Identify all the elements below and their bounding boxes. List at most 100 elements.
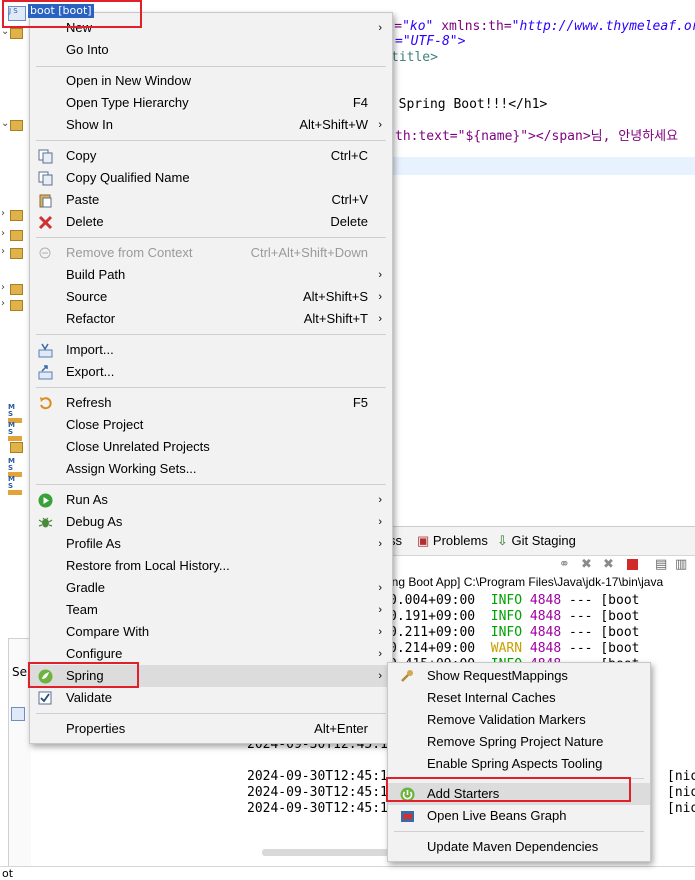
paste-icon bbox=[38, 193, 53, 208]
submenu-arrow-icon: › bbox=[378, 582, 382, 594]
menu-item-export[interactable]: Export... bbox=[30, 361, 392, 383]
menu-item-show-in[interactable]: Show In Alt+Shift+W › bbox=[30, 114, 392, 136]
delete-icon bbox=[38, 215, 53, 230]
menu-separator bbox=[36, 387, 386, 388]
left-panel-tab[interactable]: Se bbox=[12, 665, 27, 679]
menu-item-open-live-beans-graph[interactable]: Open Live Beans Graph bbox=[388, 805, 650, 827]
link-icon[interactable]: ⚭ bbox=[559, 558, 573, 572]
menu-separator bbox=[36, 334, 386, 335]
menu-item-source[interactable]: Source Alt+Shift+S › bbox=[30, 286, 392, 308]
submenu-arrow-icon: › bbox=[378, 516, 382, 528]
refresh-icon bbox=[38, 396, 53, 411]
tree-collapse-toggle[interactable]: › bbox=[1, 228, 5, 239]
menu-item-team[interactable]: Team › bbox=[30, 599, 392, 621]
copy-qualified-icon bbox=[38, 171, 53, 186]
live-beans-icon bbox=[400, 809, 415, 824]
git-staging-icon: ⇩ bbox=[497, 533, 508, 548]
code-line: th:text="${name}"></span>님, 안녕하세요 bbox=[395, 129, 679, 144]
menu-item-close-project[interactable]: Close Project bbox=[30, 414, 392, 436]
project-context-menu: New › Go Into Open in New Window Open Typ… bbox=[29, 12, 393, 744]
menu-item-run-as[interactable]: Run As › bbox=[30, 489, 392, 511]
menu-separator bbox=[36, 484, 386, 485]
tree-collapse-toggle[interactable]: › bbox=[1, 246, 5, 257]
tab-git-staging[interactable]: ⇩ Git Staging bbox=[497, 533, 576, 549]
debug-icon bbox=[38, 515, 53, 530]
file-icon: M S bbox=[8, 422, 22, 441]
terminate-icon[interactable] bbox=[627, 559, 638, 570]
package-icon bbox=[10, 300, 23, 311]
code-line: title> bbox=[391, 50, 438, 65]
selected-project-label: boot [boot] bbox=[28, 4, 94, 18]
package-icon bbox=[10, 248, 23, 259]
checkbox-icon bbox=[38, 691, 53, 706]
file-icon: M S bbox=[8, 476, 22, 495]
package-icon bbox=[10, 284, 23, 295]
log-thread: [nio bbox=[667, 785, 695, 800]
menu-separator bbox=[36, 237, 386, 238]
tree-collapse-toggle[interactable]: › bbox=[1, 298, 5, 309]
submenu-arrow-icon: › bbox=[378, 119, 382, 131]
log-thread: [nio bbox=[667, 801, 695, 816]
current-line-highlight bbox=[391, 157, 695, 175]
menu-item-assign-working-sets[interactable]: Assign Working Sets... bbox=[30, 458, 392, 480]
file-icon: M S bbox=[8, 404, 22, 423]
log-line: 0.211+09:00 INFO 4848 --- [boot bbox=[389, 625, 640, 640]
menu-item-enable-spring-aspects-tooling[interactable]: Enable Spring Aspects Tooling bbox=[388, 753, 650, 775]
package-icon bbox=[10, 230, 23, 241]
menu-item-profile-as[interactable]: Profile As › bbox=[30, 533, 392, 555]
menu-item-open-type-hierarchy[interactable]: Open Type Hierarchy F4 bbox=[30, 92, 392, 114]
tree-collapse-toggle[interactable]: › bbox=[1, 208, 5, 219]
clear-console-icon[interactable]: ▥ bbox=[675, 558, 689, 572]
spring-menu-highlight bbox=[28, 662, 139, 688]
menu-item-validate[interactable]: Validate bbox=[30, 687, 392, 709]
submenu-arrow-icon: › bbox=[378, 626, 382, 638]
menu-separator bbox=[394, 831, 644, 832]
menu-item-open-in-new-window[interactable]: Open in New Window bbox=[30, 70, 392, 92]
menu-separator bbox=[36, 713, 386, 714]
log-line: 2024-09-30T12:45:1 bbox=[247, 769, 388, 784]
console-view-icon[interactable]: ▤ bbox=[655, 558, 669, 572]
submenu-arrow-icon: › bbox=[378, 291, 382, 303]
menu-item-refactor[interactable]: Refactor Alt+Shift+T › bbox=[30, 308, 392, 330]
package-icon bbox=[10, 210, 23, 221]
remove-all-icon[interactable]: ✖ bbox=[603, 558, 617, 572]
menu-item-compare-with[interactable]: Compare With › bbox=[30, 621, 392, 643]
menu-item-gradle[interactable]: Gradle › bbox=[30, 577, 392, 599]
log-thread: [nio bbox=[667, 769, 695, 784]
menu-item-import[interactable]: Import... bbox=[30, 339, 392, 361]
tree-collapse-toggle[interactable]: › bbox=[1, 282, 5, 293]
problems-icon: ▣ bbox=[417, 533, 430, 548]
run-icon bbox=[38, 493, 53, 508]
menu-item-delete[interactable]: Delete Delete bbox=[30, 211, 392, 233]
menu-item-paste[interactable]: Paste Ctrl+V bbox=[30, 189, 392, 211]
status-text: ot bbox=[2, 867, 14, 880]
menu-item-copy[interactable]: Copy Ctrl+C bbox=[30, 145, 392, 167]
submenu-arrow-icon: › bbox=[378, 494, 382, 506]
menu-item-show-request-mappings[interactable]: Show RequestMappings bbox=[388, 665, 650, 687]
menu-item-refresh[interactable]: Refresh F5 bbox=[30, 392, 392, 414]
launch-path: ring Boot App] C:\Program Files\Java\jdk… bbox=[385, 575, 664, 589]
menu-item-copy-qualified-name[interactable]: Copy Qualified Name bbox=[30, 167, 392, 189]
tree-expand-toggle[interactable]: ⌄ bbox=[1, 118, 9, 129]
file-icon: M S bbox=[8, 458, 22, 477]
submenu-arrow-icon: › bbox=[378, 670, 382, 682]
submenu-arrow-icon: › bbox=[378, 22, 382, 34]
menu-item-restore-from-local-history[interactable]: Restore from Local History... bbox=[30, 555, 392, 577]
export-icon bbox=[38, 365, 53, 380]
menu-item-reset-internal-caches[interactable]: Reset Internal Caches bbox=[388, 687, 650, 709]
menu-item-update-maven-dependencies[interactable]: Update Maven Dependencies bbox=[388, 836, 650, 858]
menu-separator bbox=[36, 140, 386, 141]
remove-launch-icon[interactable]: ✖ bbox=[581, 558, 595, 572]
menu-item-close-unrelated-projects[interactable]: Close Unrelated Projects bbox=[30, 436, 392, 458]
menu-item-remove-spring-project-nature[interactable]: Remove Spring Project Nature bbox=[388, 731, 650, 753]
menu-item-remove-validation-markers[interactable]: Remove Validation Markers bbox=[388, 709, 650, 731]
menu-item-go-into[interactable]: Go Into bbox=[30, 39, 392, 61]
submenu-arrow-icon: › bbox=[378, 269, 382, 281]
menu-item-build-path[interactable]: Build Path › bbox=[30, 264, 392, 286]
menu-item-properties[interactable]: Properties Alt+Enter bbox=[30, 718, 392, 740]
remove-context-icon bbox=[38, 246, 53, 261]
menu-item-remove-from-context[interactable]: Remove from Context Ctrl+Alt+Shift+Down bbox=[30, 242, 392, 264]
menu-item-debug-as[interactable]: Debug As › bbox=[30, 511, 392, 533]
tab-problems[interactable]: ▣ Problems bbox=[417, 533, 488, 549]
log-line: 2024-09-30T12:45:1 bbox=[247, 801, 388, 816]
